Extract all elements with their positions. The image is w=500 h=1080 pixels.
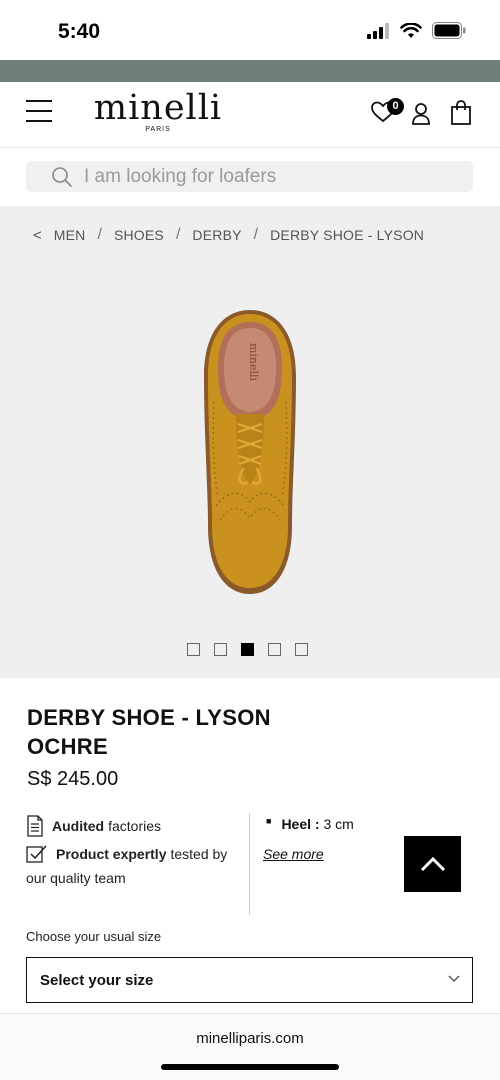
scroll-to-top-button[interactable] [404, 836, 461, 892]
product-title-line: OCHRE [27, 734, 108, 759]
gallery-dot[interactable] [214, 643, 227, 656]
user-icon [412, 103, 430, 125]
size-label: Choose your usual size [26, 929, 162, 944]
breadcrumb-separator: / [97, 226, 102, 243]
breadcrumb-item[interactable]: DERBY [192, 227, 241, 243]
product-title: DERBY SHOE - LYSON OCHRE [27, 703, 327, 761]
product-title-line: DERBY SHOE - LYSON [27, 705, 271, 730]
gallery-dot[interactable] [187, 643, 200, 656]
browser-address-bar: minelliparis.com [0, 1013, 500, 1080]
feature-audited-bold: Audited [52, 818, 105, 834]
breadcrumb-item[interactable]: SHOES [114, 227, 164, 243]
heel-value: 3 cm [323, 816, 354, 832]
heel-detail: ■ Heel : 3 cm [266, 816, 354, 832]
battery-icon [432, 22, 466, 39]
heel-label: Heel : [281, 816, 320, 832]
cart-button[interactable] [450, 100, 472, 131]
search-icon[interactable] [51, 166, 73, 188]
account-button[interactable] [411, 102, 431, 131]
wifi-icon [400, 22, 422, 38]
breadcrumb: < MEN / SHOES / DERBY / DERBY SHOE - LYS… [33, 226, 424, 244]
feature-tested: Product expertly tested by [26, 840, 244, 868]
site-header: minelli PARIS 0 [0, 82, 500, 148]
wishlist-count-badge: 0 [387, 98, 404, 115]
brand-logo[interactable]: minelli PARIS [88, 88, 228, 133]
see-more-link[interactable]: See more [263, 846, 324, 862]
logo-wordmark: minelli [93, 88, 223, 128]
feature-tested-text: tested by [170, 846, 228, 862]
feature-audited: Audited factories [26, 812, 244, 840]
chevron-up-icon [420, 856, 445, 872]
product-gallery[interactable]: < MEN / SHOES / DERBY / DERBY SHOE - LYS… [0, 206, 500, 678]
breadcrumb-back-icon[interactable]: < [33, 227, 42, 244]
product-features: Audited factories Product expertly teste… [26, 812, 244, 886]
status-time: 5:40 [58, 20, 101, 43]
cellular-signal-icon [367, 22, 389, 39]
breadcrumb-separator: / [175, 226, 181, 243]
checkbox-check-icon [26, 845, 47, 863]
gallery-pagination [187, 643, 308, 656]
product-image[interactable]: minelli [196, 306, 304, 598]
search-input[interactable] [84, 161, 454, 192]
wishlist-button[interactable]: 0 [370, 98, 404, 128]
menu-button[interactable] [26, 100, 52, 124]
breadcrumb-separator: / [253, 226, 259, 243]
gallery-dot[interactable] [295, 643, 308, 656]
url-text[interactable]: minelliparis.com [0, 1030, 500, 1047]
product-price: S$ 245.00 [27, 768, 119, 790]
svg-text:minelli: minelli [247, 343, 260, 382]
bullet-icon: ■ [266, 816, 272, 826]
feature-audited-text: factories [108, 818, 162, 834]
feature-tested-continued: our quality team [26, 870, 126, 886]
search-bar [26, 161, 473, 192]
gallery-dot[interactable] [268, 643, 281, 656]
features-divider [249, 813, 250, 915]
size-select[interactable]: Select your size [26, 957, 473, 1003]
menu-icon [26, 100, 52, 102]
gallery-dot-active[interactable] [241, 643, 254, 656]
status-bar: 5:40 [0, 0, 500, 60]
chevron-down-icon [448, 975, 460, 983]
shopping-bag-icon [451, 100, 471, 125]
status-icons [366, 22, 466, 39]
document-icon [27, 815, 43, 837]
breadcrumb-item-current: DERBY SHOE - LYSON [270, 227, 425, 243]
feature-tested-bold: Product expertly [56, 846, 167, 862]
size-select-value: Select your size [40, 972, 154, 989]
home-indicator[interactable] [161, 1064, 339, 1070]
breadcrumb-item[interactable]: MEN [54, 227, 86, 243]
promo-strip [0, 60, 500, 82]
